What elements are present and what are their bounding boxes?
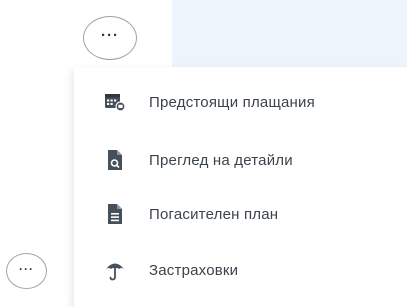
menu-item-upcoming-payments[interactable]: Предстоящи плащания	[104, 87, 394, 117]
document-detail-icon	[104, 149, 126, 171]
menu-item-label: Застраховки	[149, 261, 239, 279]
screen: ··· Предстоящи плащания Преглед на детай…	[0, 0, 407, 307]
umbrella-icon	[104, 259, 126, 281]
menu-item-repayment-plan[interactable]: Погасителен план	[104, 199, 394, 229]
more-options-button-open[interactable]: ···	[83, 16, 137, 60]
header-band	[172, 0, 407, 67]
more-dots-icon: ···	[19, 261, 34, 276]
more-dots-icon: ···	[101, 26, 119, 44]
menu-item-label: Погасителен план	[149, 205, 279, 223]
menu-item-insurances[interactable]: Застраховки	[104, 255, 394, 285]
more-options-button[interactable]: ···	[6, 253, 47, 289]
menu-item-label: Предстоящи плащания	[149, 93, 315, 111]
calendar-payment-icon	[104, 91, 126, 113]
menu-item-view-details[interactable]: Преглед на детайли	[104, 145, 394, 175]
document-lines-icon	[104, 203, 126, 225]
menu-item-label: Преглед на детайли	[149, 151, 293, 169]
